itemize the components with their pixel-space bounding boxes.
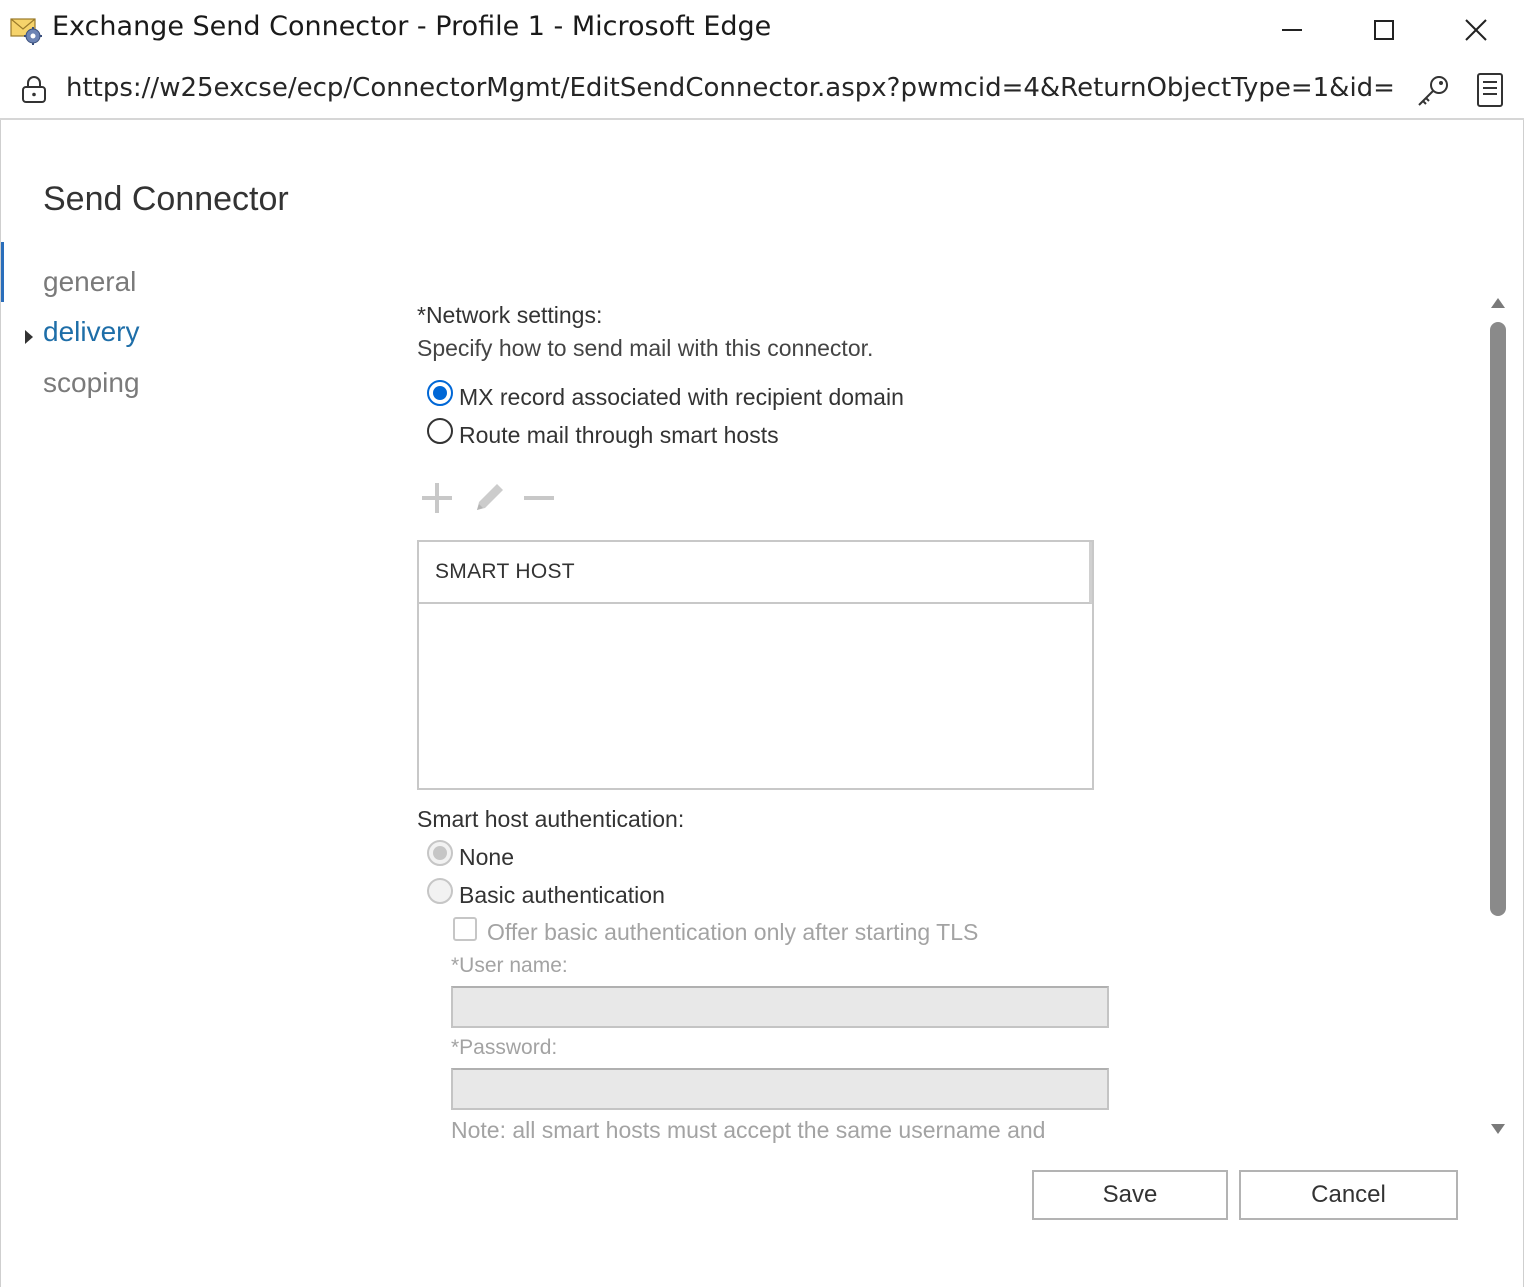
window-title: Exchange Send Connector - Profile 1 - Mi… bbox=[52, 11, 772, 42]
password-label: *Password: bbox=[451, 1036, 558, 1059]
key-icon[interactable] bbox=[1415, 73, 1451, 109]
auth-basic-radio[interactable] bbox=[427, 878, 453, 904]
title-bar: Exchange Send Connector - Profile 1 - Mi… bbox=[0, 0, 1524, 58]
maximize-icon bbox=[1374, 20, 1394, 40]
add-icon[interactable] bbox=[419, 480, 455, 516]
nav-item-general[interactable]: general bbox=[43, 266, 136, 298]
auth-none-label[interactable]: None bbox=[459, 844, 514, 871]
page-title: Send Connector bbox=[43, 180, 289, 218]
username-label: *User name: bbox=[451, 954, 568, 977]
close-icon bbox=[1465, 19, 1487, 41]
mx-record-label[interactable]: MX record associated with recipient doma… bbox=[459, 384, 904, 411]
dialog-page: Send Connector general delivery scoping … bbox=[0, 120, 1524, 1287]
username-input[interactable] bbox=[451, 986, 1109, 1028]
smart-hosts-label[interactable]: Route mail through smart hosts bbox=[459, 422, 779, 449]
auth-none-radio[interactable] bbox=[427, 840, 453, 866]
mail-gear-icon bbox=[10, 18, 42, 45]
minimize-icon bbox=[1282, 29, 1302, 31]
nav-item-scoping[interactable]: scoping bbox=[43, 367, 140, 399]
edit-icon[interactable] bbox=[471, 480, 507, 516]
scroll-up-arrow-icon[interactable] bbox=[1490, 296, 1506, 310]
scrollbar-thumb[interactable] bbox=[1490, 322, 1506, 916]
remove-icon[interactable] bbox=[521, 480, 557, 516]
save-button[interactable]: Save bbox=[1032, 1170, 1228, 1220]
scroll-down-arrow-icon[interactable] bbox=[1490, 1122, 1506, 1136]
smart-host-column-header[interactable]: SMART HOST bbox=[419, 542, 1092, 604]
nav-selected-arrow-icon bbox=[25, 330, 33, 344]
cancel-button[interactable]: Cancel bbox=[1239, 1170, 1458, 1220]
password-input[interactable] bbox=[451, 1068, 1109, 1110]
network-settings-label: *Network settings: bbox=[417, 302, 603, 328]
tls-only-label[interactable]: Offer basic authentication only after st… bbox=[487, 919, 978, 946]
address-bar: https://w25excse/ecp/ConnectorMgmt/EditS… bbox=[0, 58, 1524, 120]
reader-icon[interactable] bbox=[1476, 72, 1504, 108]
mx-record-radio[interactable] bbox=[427, 380, 453, 406]
url-field[interactable]: https://w25excse/ecp/ConnectorMgmt/EditS… bbox=[66, 73, 1396, 103]
smart-hosts-radio[interactable] bbox=[427, 418, 453, 444]
smart-host-auth-label: Smart host authentication: bbox=[417, 806, 685, 832]
close-button[interactable] bbox=[1446, 8, 1506, 52]
smart-host-column-label: SMART HOST bbox=[435, 560, 575, 583]
auth-note: Note: all smart hosts must accept the sa… bbox=[451, 1117, 1046, 1143]
maximize-button[interactable] bbox=[1354, 8, 1414, 52]
nav-accent-bar bbox=[1, 242, 4, 302]
smart-host-list[interactable]: SMART HOST bbox=[417, 540, 1094, 790]
network-settings-description: Specify how to send mail with this conne… bbox=[417, 335, 874, 361]
delivery-settings-panel: *Network settings: Specify how to send m… bbox=[417, 120, 1477, 1160]
lock-icon[interactable] bbox=[20, 74, 48, 104]
minimize-button[interactable] bbox=[1262, 8, 1322, 52]
tls-only-checkbox[interactable] bbox=[453, 917, 477, 941]
nav-item-delivery[interactable]: delivery bbox=[43, 316, 139, 348]
auth-basic-label[interactable]: Basic authentication bbox=[459, 882, 665, 909]
